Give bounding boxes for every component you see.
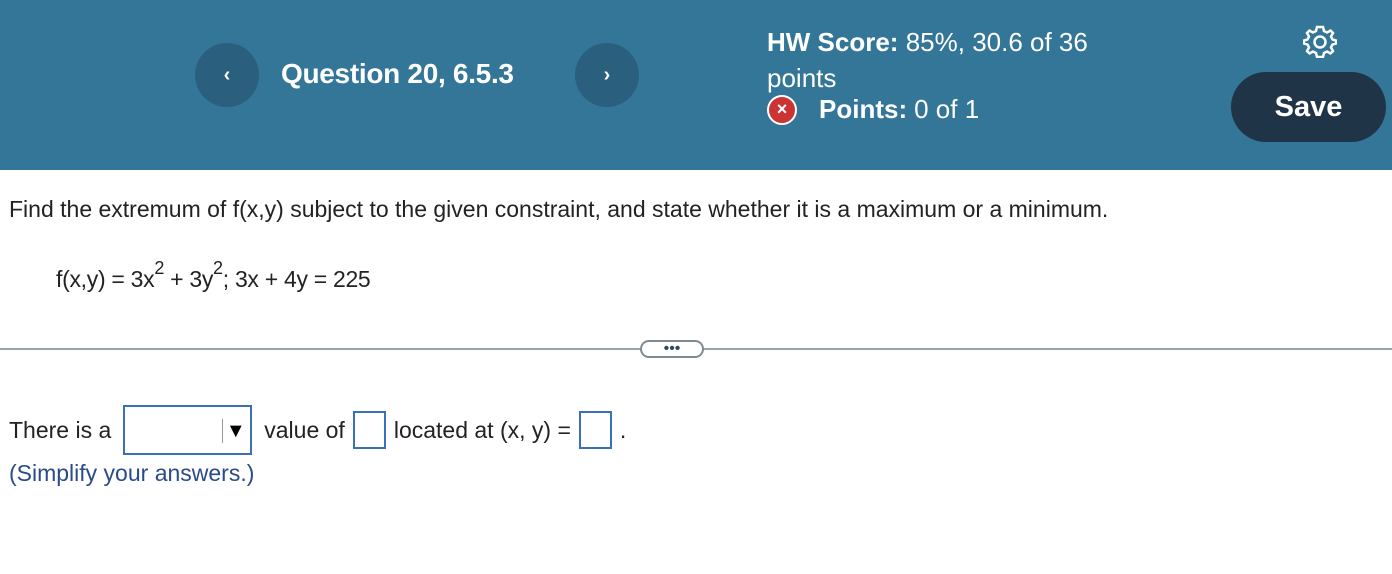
points-row: × Points: 0 of 1 (767, 94, 979, 125)
equation-part-3: ; 3x + 4y = 225 (222, 266, 371, 292)
points-label: Points: (819, 94, 908, 124)
hw-score-label: HW Score: (767, 27, 899, 57)
extremum-type-dropdown[interactable]: ▼ (123, 405, 253, 455)
top-header: ‹ Question 20, 6.5.3 › HW Score: 85%, 30… (0, 0, 1392, 170)
chevron-right-icon: › (603, 63, 611, 86)
answer-middle-text: value of (264, 416, 345, 443)
simplify-note: (Simplify your answers.) (9, 460, 255, 486)
equation-exponent-1: 2 (154, 258, 165, 278)
problem-equation: f(x,y) = 3x2 + 3y2; 3x + 4y = 225 (56, 258, 371, 293)
answer-end-period: . (619, 416, 627, 443)
hw-score: HW Score: 85%, 30.6 of 36 points (767, 24, 1137, 96)
dropdown-arrow-icon: ▼ (222, 419, 249, 443)
next-question-button[interactable]: › (575, 43, 639, 107)
point-coordinates-input[interactable] (578, 411, 612, 449)
gear-icon[interactable] (1302, 24, 1338, 59)
answer-line: There is a ▼ value of located at (x, y) … (9, 405, 626, 455)
problem-instruction: Find the extremum of f(x,y) subject to t… (9, 196, 1109, 222)
answer-located-text: located at (x, y) = (393, 416, 571, 443)
equation-part-2: + 3y (164, 266, 214, 292)
equation-part-1: f(x,y) = 3x (56, 266, 155, 292)
save-button[interactable]: Save (1231, 72, 1386, 142)
expand-more-button[interactable]: ••• (640, 340, 704, 358)
previous-question-button[interactable]: ‹ (195, 43, 259, 107)
question-title: Question 20, 6.5.3 (281, 58, 514, 89)
equation-exponent-2: 2 (213, 258, 223, 278)
points-value: 0 of 1 (914, 94, 980, 124)
incorrect-icon: × (767, 94, 797, 125)
answer-prefix: There is a (9, 416, 112, 443)
chevron-left-icon: ‹ (223, 63, 231, 86)
extremum-value-input[interactable] (352, 411, 386, 449)
